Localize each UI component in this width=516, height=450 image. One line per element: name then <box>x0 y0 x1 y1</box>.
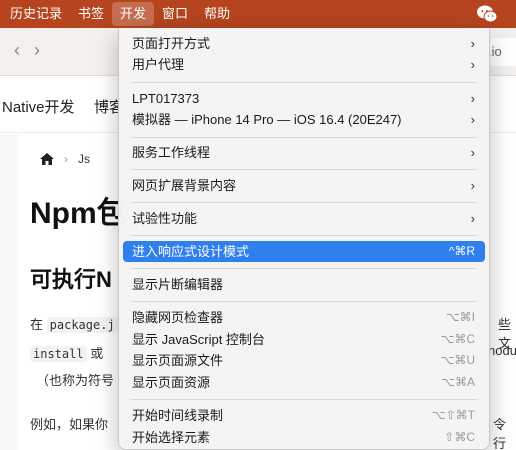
menu-divider <box>131 268 477 269</box>
para-2-or: 或 <box>90 346 104 361</box>
menu-item-open-page-with[interactable]: 页面打开方式 › <box>123 33 485 54</box>
menu-divider <box>131 169 477 170</box>
develop-menu: 页面打开方式 › 用户代理 › LPT017373 › 模拟器 — iPhone… <box>118 28 490 450</box>
menu-item-shortcut: ^⌘R <box>448 244 475 258</box>
menu-item-shortcut: ⌥⌘A <box>441 375 475 389</box>
menu-item-label: 显示页面资源 <box>132 375 211 390</box>
menu-divider <box>131 399 477 400</box>
menu-item-device[interactable]: LPT017373 › <box>123 88 485 109</box>
wechat-icon[interactable] <box>476 4 498 24</box>
menu-item-label: 用户代理 <box>132 57 185 72</box>
menu-item-select-element[interactable]: 开始选择元素 ⇧⌘C <box>123 427 485 448</box>
menu-item-label: 显示 JavaScript 控制台 <box>132 332 265 347</box>
menu-item-label: 显示片断编辑器 <box>132 277 224 292</box>
menu-help[interactable]: 帮助 <box>196 2 238 26</box>
nav-link-native[interactable]: Native开发 <box>2 96 75 117</box>
menu-item-js-console[interactable]: 显示 JavaScript 控制台 ⌥⌘C <box>123 329 485 350</box>
menu-item-service-workers[interactable]: 服务工作线程 › <box>123 142 485 163</box>
inline-code: package.j <box>46 317 118 333</box>
paragraph-2: install 或 <box>30 343 103 362</box>
page-title: Npm包 <box>30 197 127 230</box>
address-bar-tail[interactable]: .io <box>486 38 516 66</box>
menu-item-page-source[interactable]: 显示页面源文件 ⌥⌘U <box>123 350 485 371</box>
para-4-right: 令行 <box>493 417 507 450</box>
menu-item-label: 页面打开方式 <box>132 36 211 51</box>
menu-divider <box>131 301 477 302</box>
chevron-right-icon: › <box>470 57 475 72</box>
menu-divider <box>131 137 477 138</box>
menu-bar: 历史记录 书签 开发 窗口 帮助 <box>0 0 516 28</box>
menu-item-label: 开始选择元素 <box>132 430 211 445</box>
menu-item-shortcut: ⌥⌘C <box>440 332 476 346</box>
menu-bookmarks[interactable]: 书签 <box>70 2 112 26</box>
breadcrumb: › Js <box>40 152 90 166</box>
menu-divider <box>131 82 477 83</box>
chevron-right-icon: › <box>470 211 475 226</box>
menu-item-user-agent[interactable]: 用户代理 › <box>123 54 485 75</box>
menu-item-experimental[interactable]: 试验性功能 › <box>123 208 485 229</box>
menu-item-timeline-recording[interactable]: 开始时间线录制 ⌥⇧⌘T <box>123 405 485 426</box>
menu-window[interactable]: 窗口 <box>154 2 196 26</box>
menu-item-shortcut: ⇧⌘C <box>444 430 475 444</box>
paragraph-4: 例如，如果你 <box>30 417 109 432</box>
para-2-right: nodu <box>488 343 516 358</box>
menu-item-shortcut: ⌥⌘U <box>440 353 476 367</box>
menu-item-label: 开始时间线录制 <box>132 408 224 423</box>
menu-item-label: 模拟器 — iPhone 14 Pro — iOS 16.4 (20E247) <box>132 112 402 127</box>
inline-code: install <box>30 346 87 362</box>
menu-item-page-resources[interactable]: 显示页面资源 ⌥⌘A <box>123 372 485 393</box>
menu-divider <box>131 235 477 236</box>
menu-item-responsive-design[interactable]: 进入响应式设计模式 ^⌘R <box>123 241 485 262</box>
chevron-right-icon: › <box>470 145 475 160</box>
menu-item-web-extension-bg[interactable]: 网页扩展背景内容 › <box>123 175 485 196</box>
menu-item-label: 试验性功能 <box>132 211 198 226</box>
chevron-right-icon: › <box>64 152 68 166</box>
menu-divider <box>131 202 477 203</box>
menu-item-shortcut: ⌥⇧⌘T <box>431 408 475 422</box>
menu-item-snippet-editor[interactable]: 显示片断编辑器 <box>123 274 485 295</box>
paragraph-1: 在 package.j <box>30 314 118 333</box>
menu-item-label: 服务工作线程 <box>132 145 211 160</box>
chevron-right-icon: › <box>470 36 475 51</box>
chevron-right-icon: › <box>470 112 475 127</box>
menu-item-simulator[interactable]: 模拟器 — iPhone 14 Pro — iOS 16.4 (20E247) … <box>123 109 485 130</box>
menu-item-label: 显示页面源文件 <box>132 353 224 368</box>
menu-item-hide-inspector[interactable]: 隐藏网页检查器 ⌥⌘I <box>123 307 485 328</box>
breadcrumb-item[interactable]: Js <box>78 152 90 166</box>
chevron-right-icon: › <box>470 178 475 193</box>
menu-develop[interactable]: 开发 <box>112 2 155 26</box>
forward-icon[interactable]: › <box>34 40 40 61</box>
menu-item-label: LPT017373 <box>132 91 200 106</box>
home-icon[interactable] <box>40 153 54 165</box>
paragraph-3: （也称为符号 <box>36 373 115 388</box>
para-1-prefix: 在 <box>30 317 44 332</box>
menu-item-shortcut: ⌥⌘I <box>445 310 475 324</box>
menu-item-label: 网页扩展背景内容 <box>132 178 237 193</box>
menu-item-label: 隐藏网页检查器 <box>132 310 224 325</box>
section-heading: 可执行N <box>30 267 112 292</box>
back-icon[interactable]: ‹ <box>14 40 20 61</box>
chevron-right-icon: › <box>470 91 475 106</box>
menu-item-label: 进入响应式设计模式 <box>132 244 250 259</box>
menu-history[interactable]: 历史记录 <box>0 2 70 26</box>
